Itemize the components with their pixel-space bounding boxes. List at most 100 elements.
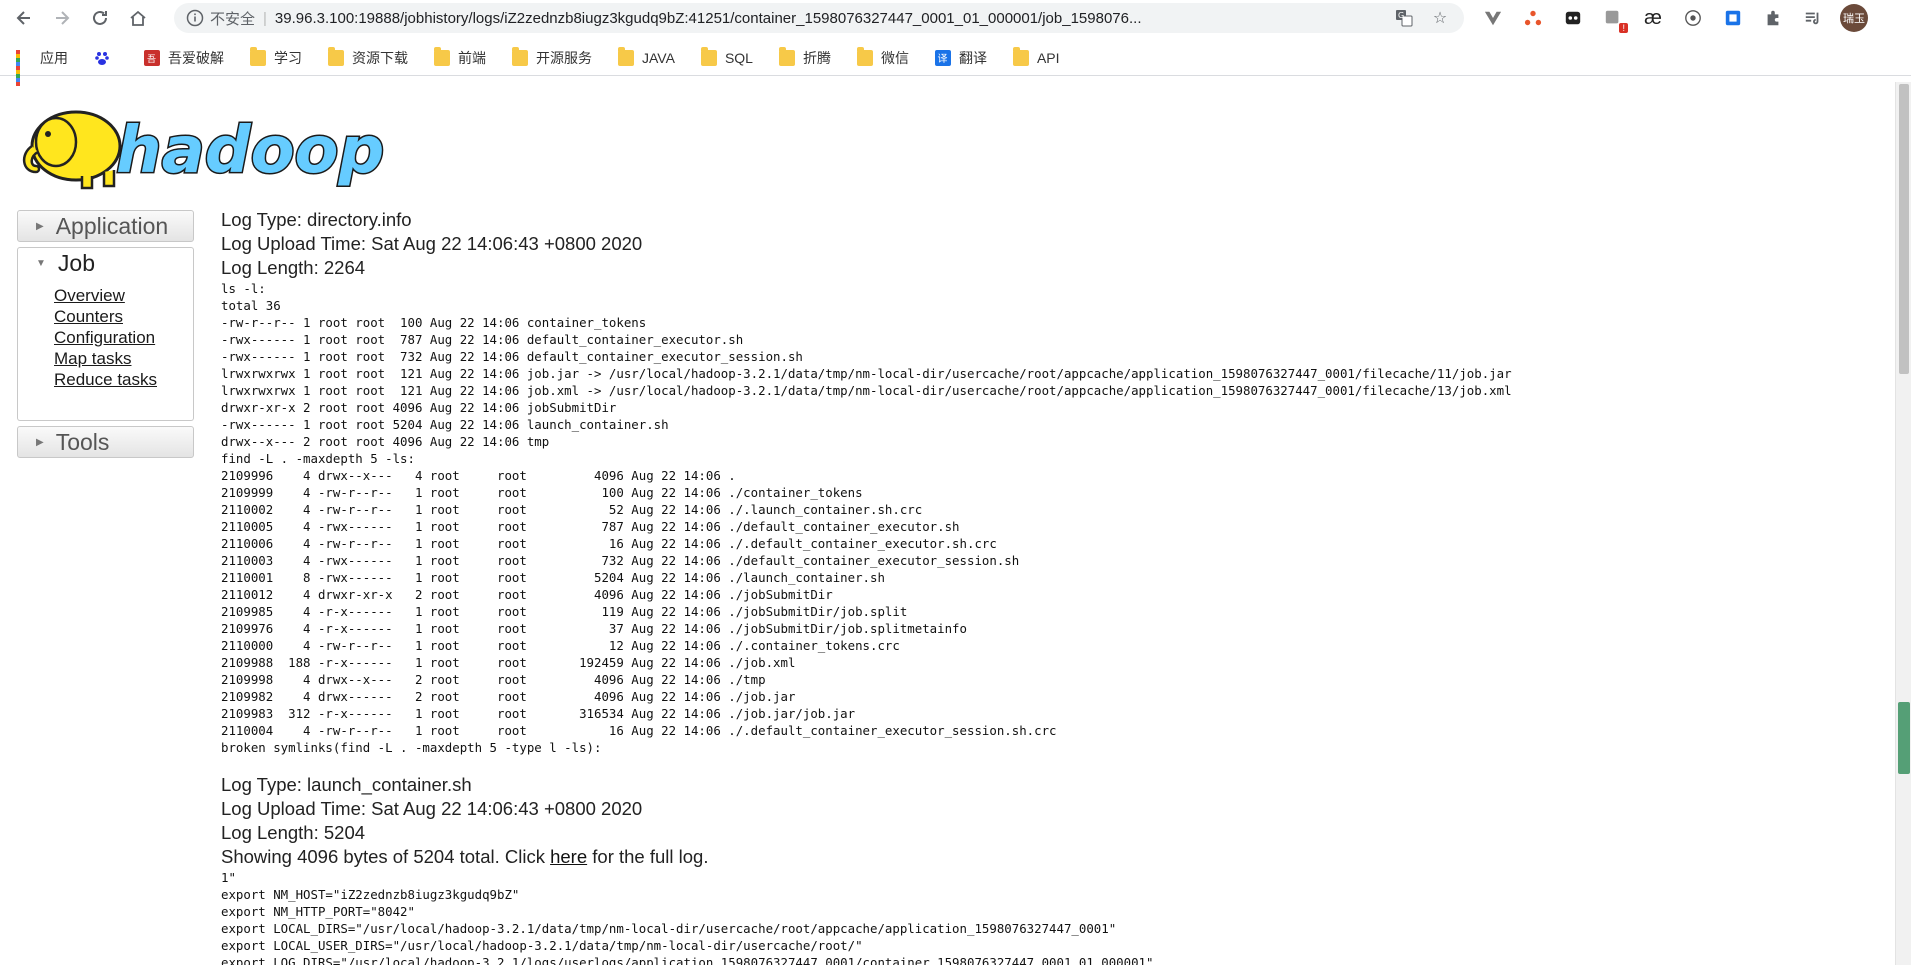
sidebar-nav: ▶ Application ▼ Job Overview Counters Co…	[17, 210, 194, 458]
log-text: ls -l: total 36 -rw-r--r-- 1 root root 1…	[221, 281, 1512, 755]
hadoop-logo-text: hadoop	[116, 114, 384, 188]
collapsed-triangle-icon: ▶	[36, 220, 44, 232]
bookmark-folder-open-source[interactable]: 开源服务	[512, 46, 592, 68]
baidu-paw-icon	[95, 51, 109, 65]
hadoop-logo[interactable]: hadoop	[18, 94, 393, 194]
bookmark-star-icon[interactable]: ☆	[1430, 8, 1450, 28]
back-icon[interactable]	[10, 4, 38, 32]
folder-icon	[856, 46, 873, 66]
bookmark-translate[interactable]: 译 翻译	[934, 48, 987, 68]
log-block-directory-info: Log Type: directory.info Log Upload Time…	[221, 208, 1881, 756]
page-scrollbar[interactable]	[1895, 82, 1911, 965]
ae-extension-icon[interactable]: æ	[1640, 5, 1666, 31]
showing-prefix: Showing 4096 bytes of 5204 total. Click	[221, 846, 551, 867]
alert-extension-icon[interactable]: !	[1600, 5, 1628, 33]
forward-icon[interactable]	[48, 4, 76, 32]
hadoop-elephant-icon	[23, 110, 122, 190]
folder-icon	[328, 46, 344, 66]
link-configuration[interactable]: Configuration	[54, 327, 193, 348]
bookmark-label: 微信	[880, 49, 909, 66]
puzzle-extensions-icon[interactable]	[1760, 5, 1786, 31]
media-control-icon[interactable]	[1800, 5, 1826, 31]
info-icon[interactable]	[186, 9, 204, 27]
expanded-triangle-icon: ▼	[36, 258, 46, 269]
log-block-launch-container: Log Type: launch_container.sh Log Upload…	[221, 773, 1881, 965]
apps-grid-icon	[16, 49, 32, 86]
bookmark-folder-wechat[interactable]: 微信	[856, 46, 909, 68]
sidebar-header-label: Tools	[55, 428, 110, 455]
link-counters[interactable]: Counters	[54, 306, 193, 327]
bookmark-52pojie[interactable]: 吾 吾爱破解	[144, 48, 224, 68]
svg-text:G: G	[1398, 11, 1404, 20]
svg-text:吾: 吾	[147, 54, 156, 65]
bookmark-folder-downloads[interactable]: 资源下载	[328, 46, 408, 68]
sidebar-application-header[interactable]: ▶ Application	[17, 210, 194, 242]
collapsed-triangle-icon: ▶	[36, 436, 44, 448]
bookmark-label: 应用	[40, 49, 68, 66]
browser-toolbar: 不安全 | 39.96.3.100:19888/jobhistory/logs/…	[0, 0, 1911, 36]
showing-suffix: for the full log.	[587, 846, 709, 867]
log-content: Log Type: directory.info Log Upload Time…	[221, 208, 1881, 965]
log-upload-time: Log Upload Time: Sat Aug 22 14:06:43 +08…	[221, 233, 643, 254]
home-icon[interactable]	[124, 4, 152, 32]
folder-icon	[700, 46, 717, 66]
svg-text:译: 译	[937, 53, 947, 65]
log-showing-notice: Showing 4096 bytes of 5204 total. Click …	[221, 845, 1881, 869]
bookmark-label: 学习	[274, 49, 302, 66]
page-content: hadoop ▶ Application ▼ Job Overview Coun…	[0, 82, 1895, 965]
bookmark-label: JAVA	[642, 49, 675, 66]
bookmark-label: 开源服务	[536, 49, 592, 66]
bookmark-label: 吾爱破解	[168, 49, 224, 66]
sidebar-header-label: Application	[55, 212, 169, 239]
bookmark-folder-api[interactable]: API	[1012, 46, 1060, 66]
link-map-tasks[interactable]: Map tasks	[54, 348, 193, 369]
profile-avatar[interactable]: 瑞玉	[1840, 4, 1868, 32]
folder-icon	[778, 46, 795, 66]
link-overview[interactable]: Overview	[54, 285, 193, 306]
extension-badge: !	[1619, 23, 1628, 33]
reload-icon[interactable]	[86, 4, 114, 32]
bookmark-label: API	[1036, 49, 1060, 66]
bookmark-label: 折腾	[802, 49, 831, 66]
blue-square-extension-icon[interactable]	[1720, 5, 1746, 31]
log-upload-time: Log Upload Time: Sat Aug 22 14:06:43 +08…	[221, 798, 643, 819]
url-text[interactable]: 39.96.3.100:19888/jobhistory/logs/iZ2zed…	[275, 10, 1360, 27]
folder-icon	[618, 46, 634, 66]
bookmark-label: 资源下载	[352, 49, 408, 66]
omnibox-separator: |	[263, 9, 267, 27]
bookmarks-bar: 应用 吾 吾爱破解 学习 资源下载 前端 开源服务 JAVA SQL 折腾 微信…	[0, 40, 1911, 86]
translate-icon: 译	[934, 49, 951, 66]
bookmark-apps[interactable]: 应用	[16, 48, 68, 86]
52pojie-icon: 吾	[144, 49, 160, 66]
bookmark-folder-frontend[interactable]: 前端	[434, 46, 486, 68]
folder-icon	[250, 46, 266, 66]
sidebar-tools-header[interactable]: ▶ Tools	[17, 426, 194, 458]
log-length: Log Length: 5204	[221, 822, 366, 843]
bear-extension-icon[interactable]	[1560, 5, 1586, 31]
circle-extension-icon[interactable]	[1680, 5, 1706, 31]
bookmark-label: 前端	[458, 49, 486, 66]
sidebar-job-header[interactable]: ▼ Job	[17, 247, 194, 279]
bookmark-folder-sql[interactable]: SQL	[700, 46, 753, 66]
bookmark-folder-study[interactable]: 学习	[250, 46, 302, 68]
scrollbar-thumb[interactable]	[1899, 84, 1909, 374]
bookmark-folder-java[interactable]: JAVA	[618, 46, 675, 66]
full-log-link[interactable]: here	[550, 846, 587, 867]
network-extension-icon[interactable]	[1520, 5, 1546, 31]
ae-glyph: æ	[1644, 6, 1662, 29]
folder-icon	[512, 46, 528, 66]
vue-devtools-icon[interactable]	[1480, 5, 1506, 31]
insecure-label: 不安全	[210, 10, 256, 28]
folder-icon	[1012, 46, 1029, 66]
translate-page-icon[interactable]: G	[1394, 8, 1414, 28]
sidebar-header-label: Job	[57, 250, 95, 276]
bookmark-label: SQL	[724, 49, 753, 66]
bookmark-label: 翻译	[958, 49, 987, 66]
link-reduce-tasks[interactable]: Reduce tasks	[54, 369, 193, 390]
address-bar[interactable]: 不安全 | 39.96.3.100:19888/jobhistory/logs/…	[174, 3, 1464, 33]
bookmark-folder-tinker[interactable]: 折腾	[778, 46, 831, 68]
sidebar-job-links: Overview Counters Configuration Map task…	[17, 279, 194, 421]
log-length: Log Length: 2264	[221, 257, 366, 278]
folder-icon	[434, 46, 450, 66]
bookmark-baidu[interactable]	[94, 50, 118, 66]
